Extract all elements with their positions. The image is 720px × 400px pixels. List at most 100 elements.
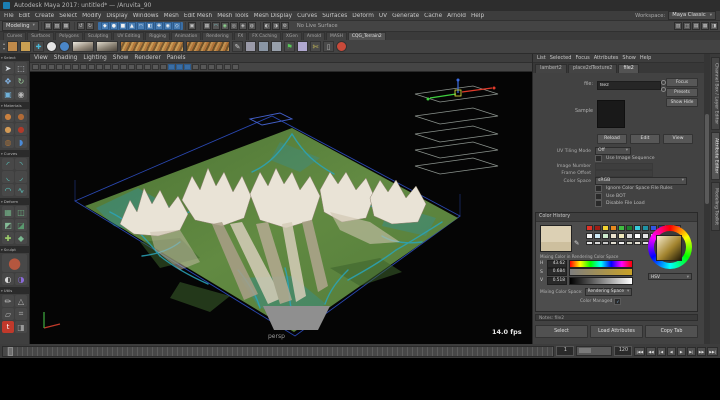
modeling-toolkit-toggle-icon[interactable]: ▥ (674, 22, 682, 30)
ae-action-view[interactable]: View (663, 134, 693, 144)
mesh-tool-a[interactable] (258, 41, 269, 52)
panel-menu-view[interactable]: View (34, 55, 48, 61)
shelf-tab-curves[interactable]: Curves (3, 32, 26, 40)
mountain-preset-1[interactable] (72, 41, 94, 52)
menu-curves[interactable]: Curves (297, 13, 317, 19)
color-managed-checkbox[interactable]: ✓ (614, 298, 621, 305)
menu-mesh-display[interactable]: Mesh Display (254, 13, 292, 19)
motion-blur-icon[interactable] (208, 64, 215, 70)
sidebar-tab-attribute-editor[interactable]: Attribute Editor (711, 132, 720, 179)
select-arrow-icon[interactable]: ➤ (2, 62, 14, 74)
checkbox-use-bot[interactable] (595, 193, 602, 200)
ae-action-reload[interactable]: Reload (597, 134, 627, 144)
panel-menu-show[interactable]: Show (113, 55, 129, 61)
brick-wall-tool[interactable] (7, 41, 18, 52)
pencil-curve-icon[interactable]: ◞ (15, 171, 27, 183)
shelf-tab-uv-editing[interactable]: UV Editing (113, 32, 144, 40)
grid-util-icon[interactable]: ⌗ (15, 308, 27, 320)
bookmarks-icon[interactable] (56, 64, 63, 70)
transport-play-forwards[interactable]: ▶ (677, 347, 686, 356)
2d-pan-zoom-icon[interactable] (72, 64, 79, 70)
mountain-preset-2[interactable] (96, 41, 118, 52)
palette-swatch[interactable] (586, 233, 593, 239)
sand-material-icon[interactable]: ● (2, 123, 14, 135)
slider-gradient-bar[interactable] (569, 268, 633, 276)
new-scene-icon[interactable]: ▤ (44, 22, 52, 30)
select-surface-mask-icon[interactable]: ◧ (146, 22, 154, 30)
depth-of-field-icon[interactable] (224, 64, 231, 70)
multisample-icon[interactable] (216, 64, 223, 70)
sidebar-tab-channel-box-layer-editor[interactable]: Channel Box / Layer Editor (711, 57, 720, 130)
save-scene-icon[interactable]: ▦ (62, 22, 70, 30)
snap-projected-center-icon[interactable]: ◎ (230, 22, 238, 30)
menu-generate[interactable]: Generate (392, 13, 419, 19)
arc-curve-icon[interactable]: ◠ (2, 184, 14, 196)
ae-side-show-hide[interactable]: Show Hide (666, 98, 698, 107)
slider-gradient-bar[interactable] (569, 260, 633, 268)
attach-curve-icon[interactable]: ∿ (15, 184, 27, 196)
menu-surfaces[interactable]: Surfaces (322, 13, 347, 19)
slider-value-field[interactable]: 0.518 (547, 277, 567, 285)
scale-tool-icon[interactable]: ▣ (2, 88, 14, 100)
foam-brush-icon[interactable]: ◑ (15, 273, 27, 285)
transport-step-forward-frame[interactable]: ▶▶ (697, 347, 707, 356)
toolbox-header-curves[interactable]: ▾Curves (0, 150, 29, 157)
palette-swatch[interactable] (610, 233, 617, 239)
palette-swatch[interactable] (618, 233, 625, 239)
resolution-gate-icon[interactable] (104, 64, 111, 70)
palette-swatch[interactable] (642, 233, 649, 239)
align-icon[interactable]: ▱ (2, 308, 14, 320)
checkbox-disable-file-load[interactable] (595, 200, 602, 207)
measure-icon[interactable]: ✏ (2, 295, 14, 307)
snap-together-icon[interactable]: △ (15, 295, 27, 307)
transport-step-forward-key[interactable]: ▶| (687, 347, 696, 356)
paint-bucket-icon[interactable]: t (2, 321, 14, 333)
grid-icon[interactable] (88, 64, 95, 70)
smooth-shade-icon[interactable] (168, 64, 175, 70)
ae-menu-help[interactable]: Help (640, 55, 651, 61)
sculpt-deform-icon[interactable]: ◩ (2, 219, 14, 231)
wireframe-icon[interactable] (160, 64, 167, 70)
palette-swatch[interactable] (602, 233, 609, 239)
saturation-value-square[interactable] (656, 235, 682, 261)
dirt-material-icon[interactable]: ◍ (2, 136, 14, 148)
panel-menu-shading[interactable]: Shading (54, 55, 78, 61)
time-slider-ruler[interactable] (2, 346, 554, 357)
ae-bottom-load-attributes[interactable]: Load Attributes (590, 325, 643, 338)
shelf-tab-rendering[interactable]: Rendering (202, 32, 232, 40)
humanik-toggle-icon[interactable]: ◫ (683, 22, 691, 30)
flag-tool[interactable]: ⚑ (284, 41, 295, 52)
shelf-tab-arnold[interactable]: Arnold (303, 32, 325, 40)
menu-mesh[interactable]: Mesh (164, 13, 179, 19)
menu-file[interactable]: File (4, 13, 14, 19)
cv-curve-icon[interactable]: ◝ (15, 158, 27, 170)
soft-mod-icon[interactable]: ◆ (15, 232, 27, 244)
snap-grid-icon[interactable]: ▦ (203, 22, 211, 30)
terrain-stripes-preset-2[interactable] (186, 41, 230, 52)
gate-mask-icon[interactable] (112, 64, 119, 70)
ep-curve-icon[interactable]: ◜ (2, 158, 14, 170)
cut-tool[interactable]: ✄ (310, 41, 321, 52)
shelf-tab-mash[interactable]: MASH (326, 32, 347, 40)
menu-windows[interactable]: Windows (133, 13, 159, 19)
lock-camera-icon[interactable] (40, 64, 47, 70)
grease-pencil-icon[interactable] (80, 64, 87, 70)
checkbox-ignore-color-space-file-rules[interactable] (595, 185, 602, 192)
transport-go-to-end[interactable]: ▶▶| (707, 347, 718, 356)
ae-side-presets[interactable]: Presets (666, 88, 698, 97)
selection-mode-dropdown[interactable]: Modeling ▾ (2, 21, 39, 31)
transport-step-back-key[interactable]: |◀ (657, 347, 666, 356)
select-hierarchy-icon[interactable]: ◆ (101, 22, 109, 30)
palette-swatch[interactable] (602, 225, 609, 231)
menu-edit[interactable]: Edit (19, 13, 30, 19)
lattice-icon[interactable]: ▦ (2, 206, 14, 218)
panel-menu-lighting[interactable]: Lighting (83, 55, 106, 61)
cluster-icon[interactable]: ✚ (2, 232, 14, 244)
clay-material-icon[interactable]: ● (2, 110, 14, 122)
palette-swatch[interactable] (610, 241, 617, 245)
current-color-swatch[interactable] (540, 225, 572, 252)
redo-icon[interactable]: ↻ (86, 22, 94, 30)
ae-menu-focus[interactable]: Focus (575, 55, 589, 61)
palette-swatch[interactable] (642, 225, 649, 231)
transport-go-to-start[interactable]: |◀◀ (634, 347, 645, 356)
